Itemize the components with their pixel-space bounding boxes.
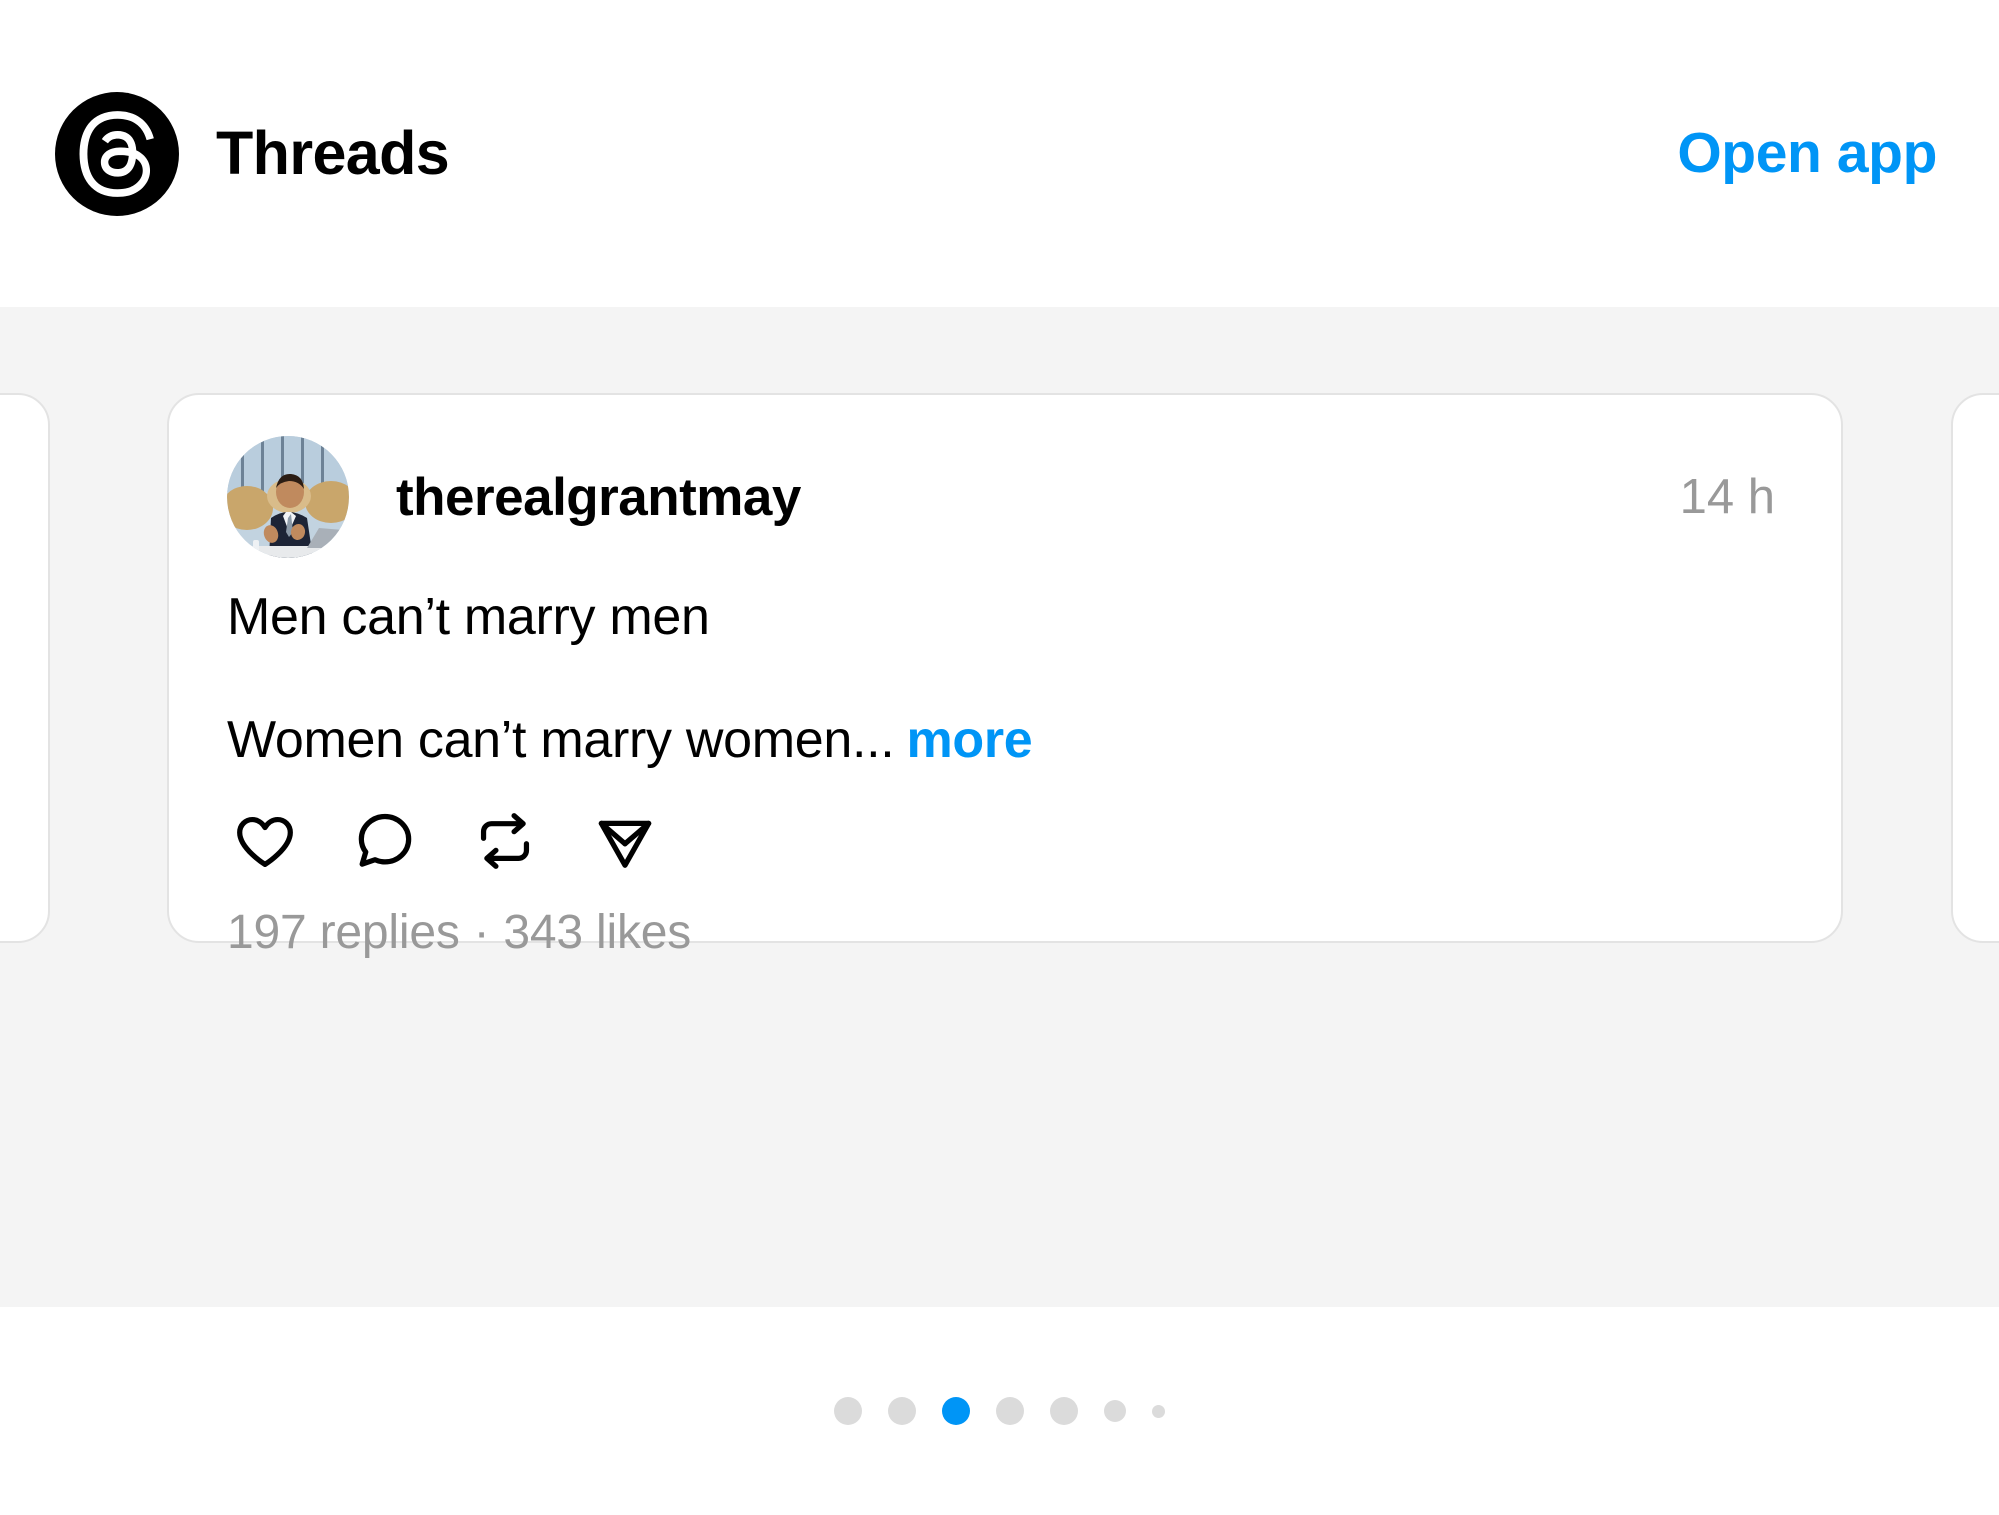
pagination-dot[interactable] <box>1152 1404 1165 1418</box>
avatar[interactable] <box>227 436 349 558</box>
likes-count: 343 likes <box>503 906 692 959</box>
post-card[interactable]: therealgrantmay 14 h Men can’t marry men… <box>167 393 1843 957</box>
carousel-strip[interactable]: therealgrantmay 14 h Men can’t marry men… <box>0 307 1999 1307</box>
open-app-link[interactable]: Open app <box>1677 125 1937 182</box>
reply-icon[interactable] <box>347 803 423 879</box>
pagination-dot[interactable] <box>834 1397 862 1425</box>
pagination-dot[interactable] <box>888 1397 916 1425</box>
carousel-card-next[interactable] <box>1951 393 1999 943</box>
carousel-pagination <box>0 1307 1999 1515</box>
pagination-dot[interactable] <box>1050 1397 1078 1425</box>
embed-header: Threads Open app <box>0 0 1999 307</box>
pagination-dot-active[interactable] <box>942 1397 970 1425</box>
post-text: Men can’t marry men Women can’t marry wo… <box>169 585 1841 773</box>
share-icon[interactable] <box>587 803 663 879</box>
threads-logo-icon <box>55 91 179 216</box>
threads-brand[interactable]: Threads <box>55 91 450 216</box>
post-text-line-2: Women can’t marry women... <box>227 711 895 769</box>
like-icon[interactable] <box>227 803 303 879</box>
replies-count: 197 replies <box>227 906 460 959</box>
carousel-card-previous[interactable] <box>0 393 50 943</box>
more-link[interactable]: more <box>906 711 1032 769</box>
post-username[interactable]: therealgrantmay <box>396 471 801 524</box>
pagination-dot[interactable] <box>996 1397 1024 1425</box>
post-text-line-2-wrapper: Women can’t marry women... more <box>227 708 1783 773</box>
post-timestamp: 14 h <box>1679 469 1775 524</box>
repost-icon[interactable] <box>467 803 543 879</box>
pagination-dot[interactable] <box>1104 1400 1126 1422</box>
stats-separator: · <box>473 906 490 959</box>
post-text-line-1: Men can’t marry men <box>227 588 710 646</box>
post-header: therealgrantmay 14 h <box>169 395 1841 558</box>
post-stats[interactable]: 197 replies · 343 likes <box>169 909 1841 957</box>
threads-embed-widget: Threads Open app therealgrantmay 14 h Me… <box>0 0 1999 1515</box>
brand-name: Threads <box>216 119 450 187</box>
post-actions <box>169 803 1841 879</box>
